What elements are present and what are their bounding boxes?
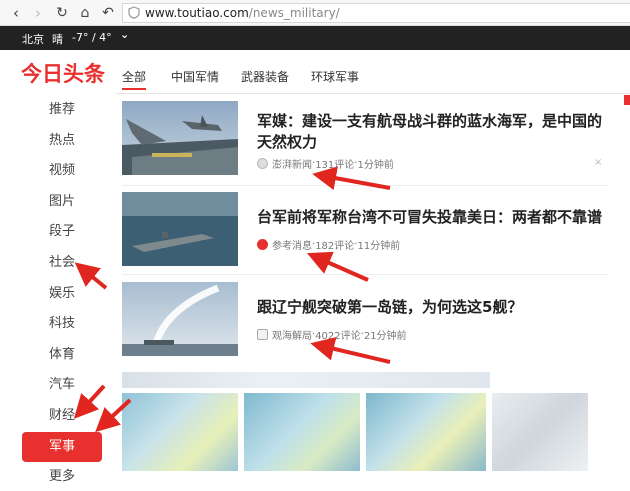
tab-china-military[interactable]: 中国军情: [171, 68, 219, 85]
sidebar-item[interactable]: 体育: [22, 341, 102, 369]
news-thumbnail-jets[interactable]: [122, 101, 238, 175]
url-text: www.toutiao.com/news_military/: [145, 6, 340, 20]
url-domain: www.toutiao.com: [145, 6, 249, 20]
undo-icon[interactable]: ↶: [98, 3, 118, 23]
sidebar-item[interactable]: 热点: [22, 127, 102, 155]
sidebar-item[interactable]: 图片: [22, 188, 102, 216]
forward-icon[interactable]: ›: [28, 3, 48, 23]
sidebar-item[interactable]: 军事: [22, 432, 102, 462]
back-icon[interactable]: ‹: [6, 3, 26, 23]
news-source[interactable]: 观海解局: [272, 327, 312, 342]
tab-world-military[interactable]: 环球军事: [311, 68, 359, 85]
active-tab-indicator: [122, 88, 146, 90]
weather-dropdown-icon[interactable]: ⌄: [120, 28, 129, 41]
blurred-image[interactable]: [122, 393, 238, 471]
weather-city[interactable]: 北京: [22, 31, 44, 47]
browser-toolbar: ‹ › ↻ ⌂ ↶ www.toutiao.com/news_military/: [0, 0, 630, 26]
sidebar-item[interactable]: 推荐: [22, 96, 102, 124]
blurred-image[interactable]: [366, 393, 486, 471]
tab-divider: [116, 93, 630, 94]
tab-all[interactable]: 全部: [122, 68, 146, 85]
home-icon[interactable]: ⌂: [75, 3, 95, 23]
sidebar-item[interactable]: 汽车: [22, 371, 102, 399]
news-item[interactable]: 军媒：建设一支有航母战斗群的蓝水海军，是中国的天然权力 澎湃新闻 · 131评论…: [122, 101, 610, 185]
sidebar-item[interactable]: 科技: [22, 310, 102, 338]
sidebar-item[interactable]: 段子: [22, 218, 102, 246]
edge-marker: [624, 95, 630, 105]
news-meta: 澎湃新闻 · 131评论 · 1分钟前: [257, 156, 394, 171]
news-item[interactable]: 跟辽宁舰突破第一岛链，为何选这5舰？ 观海解局 · 4022评论 · 21分钟前: [122, 282, 610, 366]
news-meta: 观海解局 · 4022评论 · 21分钟前: [257, 327, 407, 342]
news-divider: [122, 185, 608, 186]
tab-weapons[interactable]: 武器装备: [241, 68, 289, 85]
sidebar-item[interactable]: 更多: [22, 463, 102, 491]
source-icon: [257, 329, 268, 340]
shield-icon: [127, 6, 141, 20]
sidebar-item[interactable]: 视频: [22, 157, 102, 185]
address-bar[interactable]: www.toutiao.com/news_military/: [122, 3, 630, 23]
news-time: 11分钟前: [357, 241, 401, 252]
blurred-title: [122, 372, 490, 388]
source-icon: [257, 239, 268, 250]
reload-icon[interactable]: ↻: [52, 3, 72, 23]
sidebar-item[interactable]: 财经: [22, 402, 102, 430]
news-item[interactable]: 台军前将军称台湾不可冒失投靠美日：两者都不靠谱 参考消息 · 182评论 · 1…: [122, 192, 610, 276]
weather-temp: -7° / 4°: [72, 31, 112, 44]
weather-bar: 北京 晴 -7° / 4° ⌄: [0, 26, 630, 50]
news-time: 21分钟前: [363, 331, 407, 342]
news-comments[interactable]: 131评论: [315, 156, 354, 171]
weather-condition: 晴: [52, 33, 63, 46]
news-divider: [122, 274, 608, 275]
news-title[interactable]: 跟辽宁舰突破第一岛链，为何选这5舰？: [257, 297, 607, 318]
news-source[interactable]: 澎湃新闻: [272, 156, 312, 171]
news-meta: 参考消息 · 182评论 · 11分钟前: [257, 237, 400, 252]
logo[interactable]: 今日头条: [21, 58, 105, 88]
blurred-image[interactable]: [492, 393, 588, 471]
news-comments[interactable]: 4022评论: [315, 327, 360, 342]
blurred-image[interactable]: [244, 393, 360, 471]
news-thumbnail-missile[interactable]: [122, 282, 238, 356]
news-thumbnail-carrier[interactable]: [122, 192, 238, 266]
sidebar-item[interactable]: 娱乐: [22, 280, 102, 308]
news-title[interactable]: 军媒：建设一支有航母战斗群的蓝水海军，是中国的天然权力: [257, 111, 607, 153]
url-path: /news_military/: [248, 6, 340, 20]
news-comments[interactable]: 182评论: [315, 237, 354, 252]
news-source[interactable]: 参考消息: [272, 237, 312, 252]
news-title[interactable]: 台军前将军称台湾不可冒失投靠美日：两者都不靠谱: [257, 207, 607, 228]
sidebar-item[interactable]: 社会: [22, 249, 102, 277]
source-icon: [257, 158, 268, 169]
news-time: 1分钟前: [357, 160, 394, 171]
dismiss-icon[interactable]: ×: [594, 157, 602, 168]
